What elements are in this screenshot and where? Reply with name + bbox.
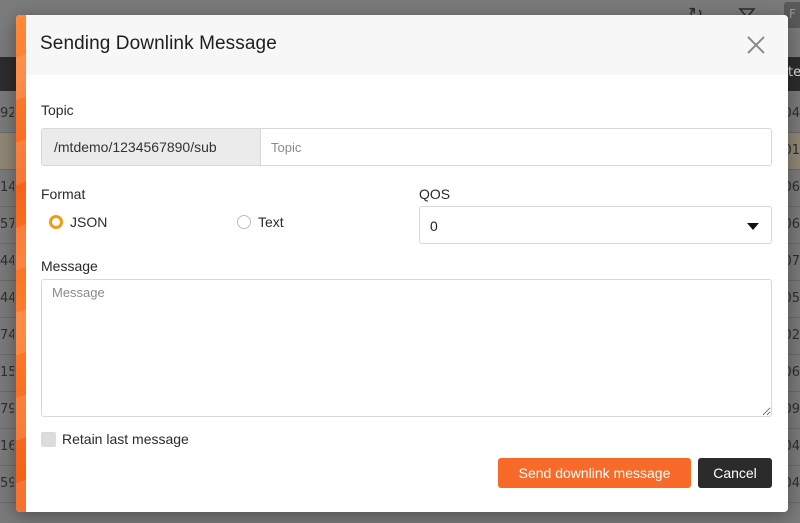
modal-title: Sending Downlink Message xyxy=(40,33,277,54)
background-cell-right: 07 xyxy=(786,254,800,269)
format-label: Format xyxy=(41,186,86,202)
caret-down-icon xyxy=(747,223,759,230)
close-icon xyxy=(747,36,765,54)
background-cell-right: 09 xyxy=(786,402,800,417)
background-cell-left: 59 xyxy=(0,476,14,491)
send-downlink-modal: Sending Downlink Message Topic /mtdemo/1… xyxy=(16,15,788,512)
background-cell-left: 15 xyxy=(0,365,14,380)
background-cell-right: 04 xyxy=(786,476,800,491)
background-cell-left: 44 xyxy=(0,254,14,269)
background-cell-left: 74 xyxy=(0,328,14,343)
qos-select[interactable]: 0 xyxy=(419,206,772,244)
topic-input[interactable] xyxy=(261,129,771,165)
background-cell-left: 92 xyxy=(0,106,14,121)
qos-label: QOS xyxy=(419,186,451,202)
qos-selected-value: 0 xyxy=(430,218,438,234)
modal-header: Sending Downlink Message xyxy=(26,15,788,75)
background-header-text: te xyxy=(788,65,800,80)
topic-input-group: /mtdemo/1234567890/sub xyxy=(41,128,772,166)
background-cell-left: 57 xyxy=(0,217,14,232)
background-cell-right: 02 xyxy=(786,328,800,343)
format-radio-json-label: JSON xyxy=(70,214,108,230)
background-cell-right: 06 xyxy=(786,217,800,232)
background-cell-right: 05 xyxy=(786,291,800,306)
send-downlink-button[interactable]: Send downlink message xyxy=(498,458,691,488)
accent-strip xyxy=(16,15,26,512)
retain-label: Retain last message xyxy=(62,431,189,447)
background-cell-right: 04 xyxy=(786,106,800,121)
format-radio-text-label: Text xyxy=(258,214,284,230)
radio-unchecked-icon xyxy=(237,215,251,229)
message-textarea[interactable] xyxy=(41,279,772,417)
background-cell-left: 44 xyxy=(0,291,14,306)
background-cell-right: 04 xyxy=(786,439,800,454)
close-button[interactable] xyxy=(744,33,768,57)
radio-checked-icon xyxy=(49,215,63,229)
topic-label: Topic xyxy=(41,102,74,118)
background-cell-left: 79 xyxy=(0,402,14,417)
background-cell-left: 14 xyxy=(0,180,14,195)
format-radio-text[interactable]: Text xyxy=(237,214,284,230)
message-label: Message xyxy=(41,258,98,274)
background-cell-left: 16 xyxy=(0,439,14,454)
cancel-button[interactable]: Cancel xyxy=(698,458,772,488)
retain-checkbox[interactable]: Retain last message xyxy=(41,431,189,447)
format-radio-json[interactable]: JSON xyxy=(49,214,107,230)
background-cell-right: 01 xyxy=(786,143,800,158)
topic-prefix: /mtdemo/1234567890/sub xyxy=(42,129,261,165)
background-cell-right: 06 xyxy=(786,365,800,380)
checkbox-icon xyxy=(41,431,56,447)
background-cell-right: 06 xyxy=(786,180,800,195)
